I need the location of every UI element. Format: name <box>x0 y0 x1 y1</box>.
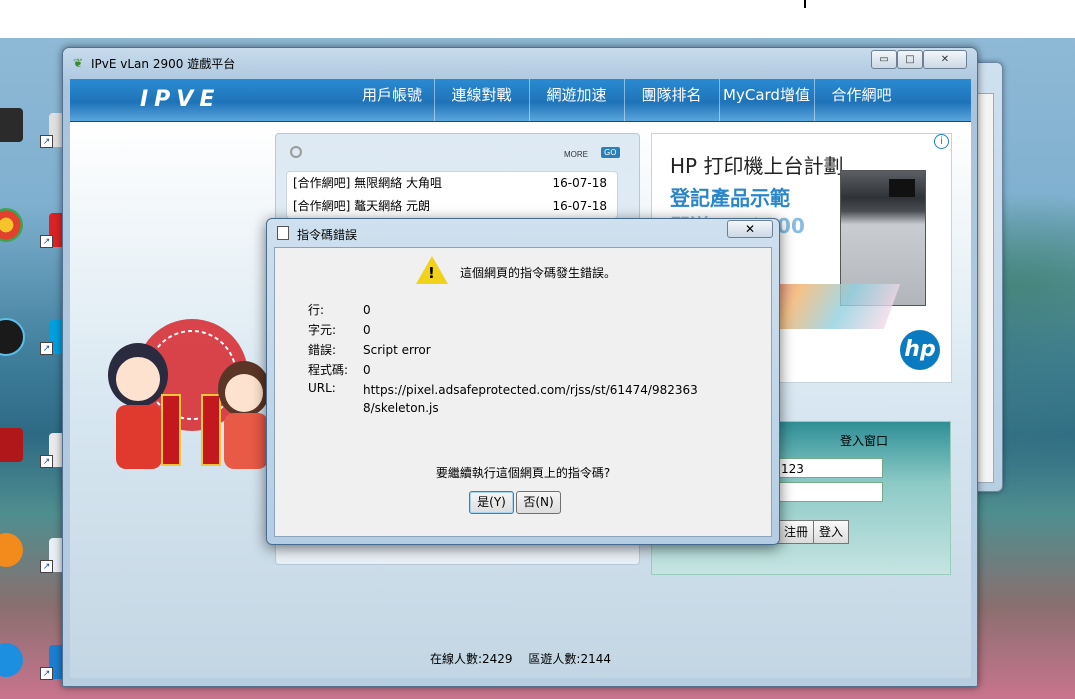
nav-item-partner[interactable]: 合作網吧 <box>814 79 908 121</box>
field-value-char: 0 <box>363 323 371 337</box>
news-date: 16-07-18 <box>552 176 607 190</box>
desktop-icon[interactable] <box>0 208 34 244</box>
document-icon <box>277 226 289 240</box>
nav-item-account[interactable]: 用戶帳號 <box>352 79 432 121</box>
desktop-icon[interactable] <box>0 428 34 464</box>
nav-item-ranking[interactable]: 團隊排名 <box>624 79 718 121</box>
nav-item-mycard[interactable]: MyCard增值 <box>719 79 813 121</box>
error-message: 這個網頁的指令碼發生錯誤。 <box>460 266 617 280</box>
field-label-line: 行: <box>308 303 325 317</box>
nav-item-accelerate[interactable]: 網遊加速 <box>529 79 623 121</box>
maximize-button[interactable]: □ <box>897 50 923 69</box>
news-go-button[interactable]: GO <box>601 147 620 158</box>
news-date: 16-07-18 <box>552 199 607 213</box>
field-label-char: 字元: <box>308 323 337 337</box>
yes-button[interactable]: 是(Y) <box>469 491 514 514</box>
desktop-icon[interactable] <box>0 533 34 569</box>
app-logo-icon: ❦ <box>73 56 84 70</box>
ipve-logo: IPVE <box>140 87 221 112</box>
login-title: 登入窗口 <box>840 434 889 448</box>
news-title: [合作網吧] 鼇天網絡 元朗 <box>293 199 430 213</box>
ad-title: HP 打印機上台計劃 <box>670 154 844 178</box>
title-bar[interactable]: ❦ IPvE vLan 2900 遊戲平台 ▭ □ ✕ <box>63 48 977 76</box>
news-item[interactable]: [合作網吧] 無限網絡 大角咀 16-07-18 <box>287 172 617 195</box>
dialog-body: ! 這個網頁的指令碼發生錯誤。 行: 0 字元: 0 錯誤: Script er… <box>274 247 772 537</box>
minimize-button[interactable]: ▭ <box>871 50 897 69</box>
screen-top-strip <box>0 0 1075 38</box>
username-field[interactable]: 123 <box>777 458 883 478</box>
dialog-close-button[interactable]: ✕ <box>727 220 773 238</box>
login-button[interactable]: 登入 <box>813 520 849 544</box>
text-cursor <box>804 0 806 8</box>
desktop-icon[interactable] <box>0 318 34 358</box>
field-value-line: 0 <box>363 303 371 317</box>
dialog-title: 指令碼錯誤 <box>297 228 358 242</box>
ad-info-icon[interactable]: i <box>934 134 949 149</box>
field-value-error: Script error <box>363 343 431 357</box>
region-count: 區遊人數:2144 <box>528 652 611 666</box>
close-button[interactable]: ✕ <box>923 50 967 69</box>
field-label-code: 程式碼: <box>308 363 349 377</box>
status-bar: 在線人數:2429 區遊人數:2144 <box>70 650 971 667</box>
script-error-dialog: 指令碼錯誤 ✕ ! 這個網頁的指令碼發生錯誤。 行: 0 字元: 0 錯誤: S… <box>266 218 780 545</box>
news-more-link[interactable]: MORE <box>564 150 588 159</box>
hp-logo-icon: hp <box>900 330 940 370</box>
news-bullet-icon <box>290 146 302 158</box>
desktop-icon[interactable] <box>0 108 34 144</box>
news-item[interactable]: [合作網吧] 鼇天網絡 元朗 16-07-18 <box>287 195 617 218</box>
ad-subtitle: 登記產品示範 <box>670 186 790 210</box>
field-value-code: 0 <box>363 363 371 377</box>
continue-question: 要繼續執行這個網頁上的指令碼? <box>435 466 611 480</box>
register-button[interactable]: 注冊 <box>777 520 815 544</box>
warning-mark: ! <box>428 264 435 282</box>
window-title: IPvE vLan 2900 遊戲平台 <box>91 57 236 71</box>
no-button[interactable]: 否(N) <box>516 491 561 514</box>
nav-item-battle[interactable]: 連線對戰 <box>434 79 528 121</box>
news-title: [合作網吧] 無限網絡 大角咀 <box>293 176 442 190</box>
desktop-icon[interactable] <box>0 643 34 679</box>
password-field[interactable] <box>777 482 883 502</box>
online-count: 在線人數:2429 <box>429 652 513 666</box>
main-nav: IPVE 用戶帳號 連線對戰 網遊加速 團隊排名 MyCard增值 合作網吧 <box>70 79 971 122</box>
field-label-error: 錯誤: <box>308 343 337 357</box>
news-list: [合作網吧] 無限網絡 大角咀 16-07-18 [合作網吧] 鼇天網絡 元朗 … <box>286 171 618 219</box>
mascot-illustration <box>108 319 270 469</box>
field-value-url: https://pixel.adsafeprotected.com/rjss/s… <box>363 383 698 415</box>
field-label-url: URL: <box>308 381 336 395</box>
